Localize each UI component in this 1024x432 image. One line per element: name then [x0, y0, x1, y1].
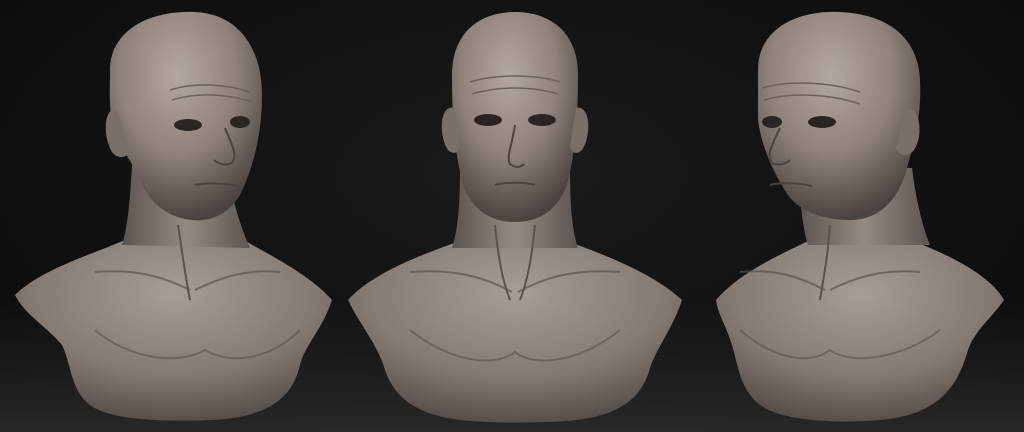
torso-shape [716, 240, 1004, 422]
torso-shape [15, 238, 332, 421]
sculpt-viewport[interactable] [0, 0, 1024, 432]
bust-three-quarter-left-view [0, 0, 340, 432]
torso-shape [348, 238, 682, 423]
head-shape [452, 12, 578, 222]
bust-three-quarter-right-view [700, 0, 1024, 432]
head-shape [758, 11, 921, 221]
bust-front-view [340, 0, 690, 432]
